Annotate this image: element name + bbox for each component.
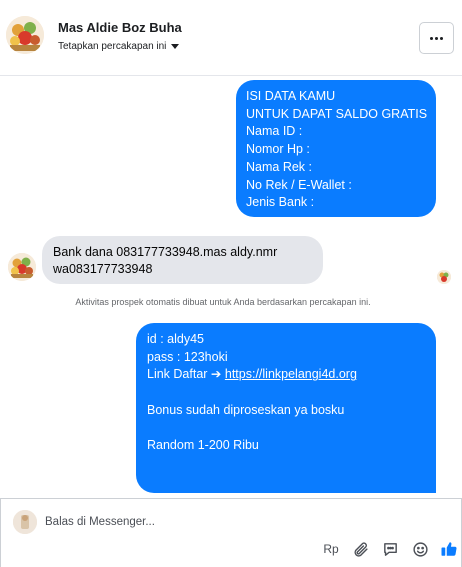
conversation-setting-label: Tetapkan percakapan ini [58,41,167,52]
message-line: Link Daftar ➔ https://linkpelangi4d.org [147,366,426,384]
seen-indicator-avatar [437,270,451,284]
emoji-icon [412,541,428,557]
message-line: Jenis Bank : [246,195,315,210]
payment-button[interactable]: Rp [320,539,342,559]
link-label: Link Daftar ➔ [147,367,225,382]
reply-input[interactable] [45,509,445,535]
incoming-message-bubble[interactable]: Bank dana 083177733948.mas aldy.nmr wa08… [42,236,323,284]
paperclip-icon [354,542,368,557]
conversation-setting-dropdown[interactable]: Tetapkan percakapan ini [58,41,180,52]
contact-avatar[interactable] [6,16,44,54]
message-line: Nama ID : [246,124,303,139]
message-line: UNTUK DAPAT SALDO GRATIS [246,106,428,121]
message-line: pass : 123hoki [147,349,228,364]
sender-avatar [8,253,36,281]
more-options-button[interactable] [419,22,454,54]
message-line: Bonus sudah diproseskan ya bosku [147,402,345,417]
message-line: Random 1-200 Ribu [147,438,259,453]
contact-name[interactable]: Mas Aldie Boz Buha [58,20,182,35]
like-button[interactable] [439,539,459,559]
user-avatar [13,510,37,534]
emoji-button[interactable] [410,539,430,559]
attach-button[interactable] [350,539,370,559]
saved-replies-button[interactable] [380,539,400,559]
message-line: Nomor Hp : [246,142,310,157]
message-line: id : aldy45 [147,332,204,346]
message-line: Bank dana 083177733948.mas aldy.nmr [53,245,278,259]
outgoing-message-bubble[interactable]: id : aldy45 pass : 123hoki Link Daftar ➔… [136,323,436,493]
caret-down-icon [171,44,180,49]
system-notice: Aktivitas prospek otomatis dibuat untuk … [75,297,371,307]
outgoing-message-bubble[interactable]: ISI DATA KAMU UNTUK DAPAT SALDO GRATIS N… [236,80,436,217]
message-line: Nama Rek : [246,159,312,174]
ellipsis-icon [430,36,443,40]
currency-label: Rp [323,542,339,556]
signup-link[interactable]: https://linkpelangi4d.org [225,367,357,381]
message-line: No Rek / E-Wallet : [246,177,352,192]
message-line: wa083177733948 [53,262,153,276]
message-line: ISI DATA KAMU [246,89,336,103]
chat-bubble-icon [383,542,397,556]
conversation-header: Mas Aldie Boz Buha Tetapkan percakapan i… [0,0,462,76]
thumbs-up-icon [441,542,457,556]
